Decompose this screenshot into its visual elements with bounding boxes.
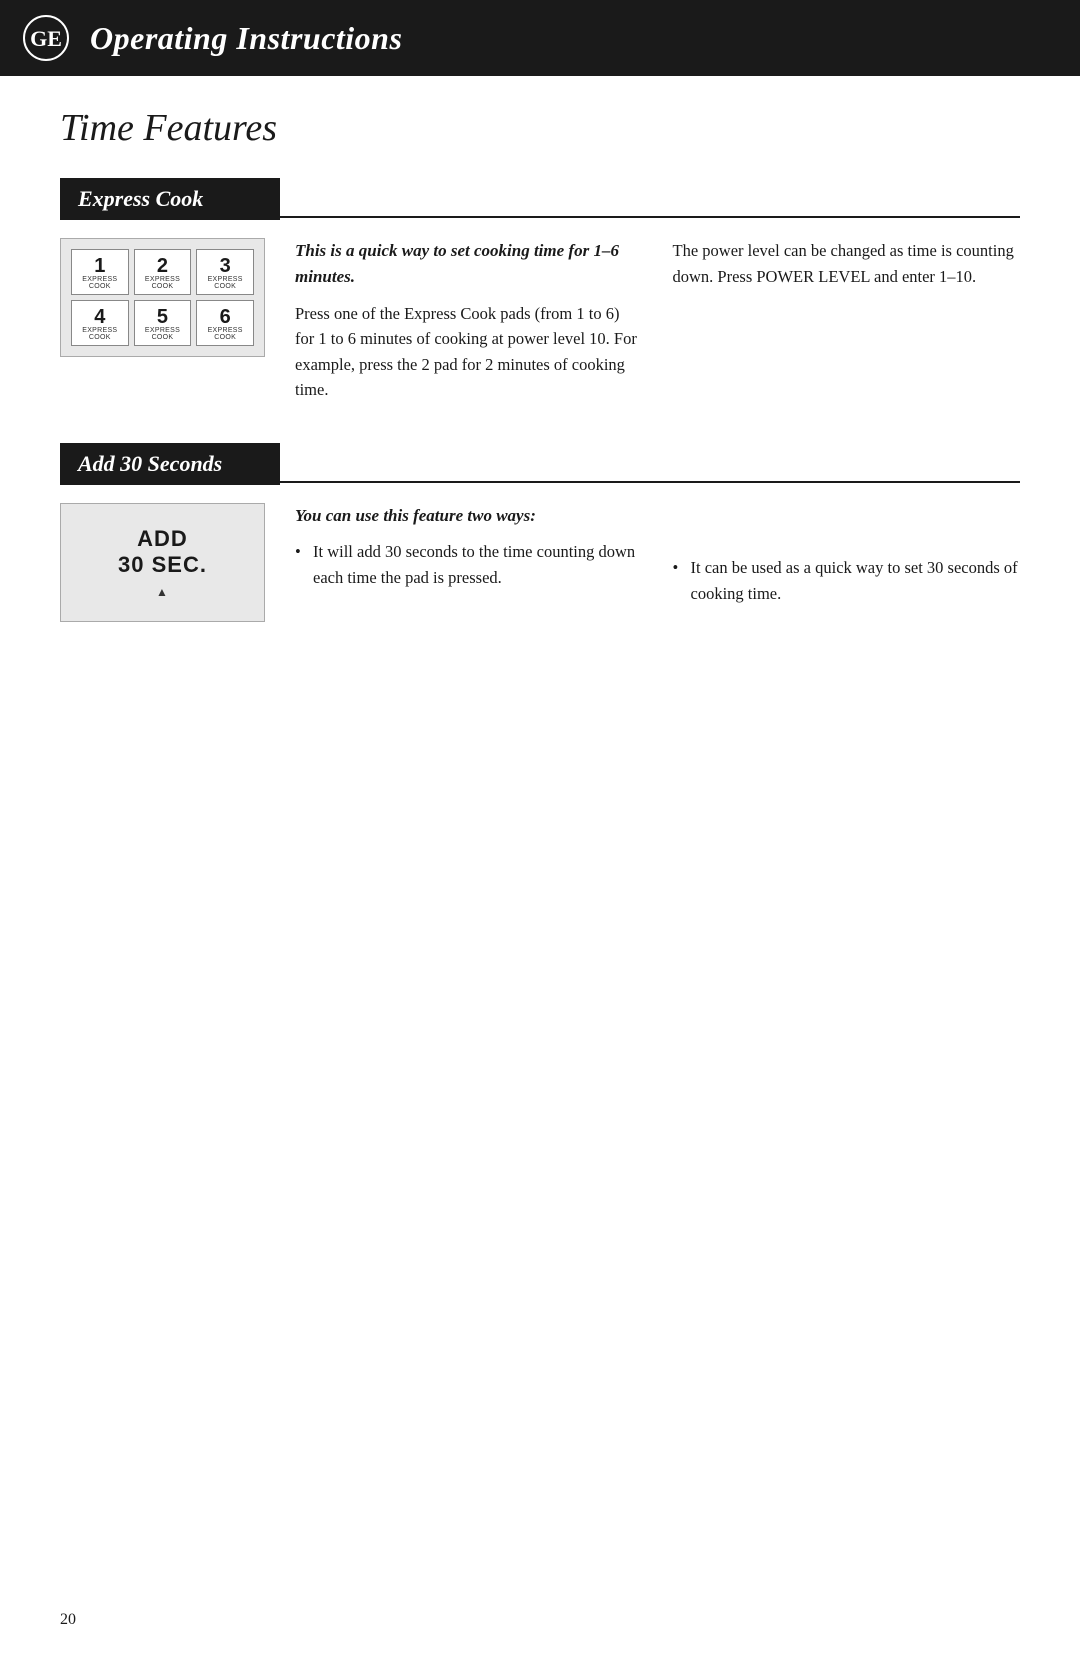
page-number: 20 [60, 1611, 76, 1629]
ge-logo-icon: GE [20, 12, 72, 64]
express-cook-side-text: The power level can be changed as time i… [673, 238, 1021, 289]
svg-text:GE: GE [30, 26, 62, 51]
add30-col1: You can use this feature two ways: It wi… [295, 503, 643, 612]
express-cook-key-3[interactable]: 3 EXPRESS COOK [196, 249, 254, 295]
express-cook-body: Press one of the Express Cook pads (from… [295, 301, 643, 403]
express-cook-text: This is a quick way to set cooking time … [295, 238, 1020, 403]
main-content: Time Features Express Cook 1 EXPRESS COO… [0, 76, 1080, 722]
add30-bullet1: It will add 30 seconds to the time count… [295, 539, 643, 590]
express-cook-key-2[interactable]: 2 EXPRESS COOK [134, 249, 192, 295]
page-section-title: Time Features [60, 106, 1020, 150]
add30-bullet-list: It will add 30 seconds to the time count… [295, 539, 643, 590]
express-cook-label: Express Cook [60, 178, 280, 220]
express-cook-section: Express Cook 1 EXPRESS COOK 2 EXPRESS CO… [60, 178, 1020, 403]
add30-col2: It can be used as a quick way to set 30 … [673, 503, 1021, 612]
express-cook-content: 1 EXPRESS COOK 2 EXPRESS COOK 3 EXPRESS … [60, 238, 1020, 403]
header-title: Operating Instructions [90, 20, 402, 57]
express-cook-col1: This is a quick way to set cooking time … [295, 238, 643, 403]
keypad-grid: 1 EXPRESS COOK 2 EXPRESS COOK 3 EXPRESS … [60, 238, 265, 357]
add30-section: Add 30 Seconds ADD 30 SEC. You can use t… [60, 443, 1020, 622]
add30-bullet-list-2: It can be used as a quick way to set 30 … [673, 555, 1021, 606]
add30-line2: 30 SEC. [118, 552, 207, 577]
header-bar: GE Operating Instructions [0, 0, 1080, 76]
add30-content: ADD 30 SEC. You can use this feature two… [60, 503, 1020, 622]
express-cook-key-1[interactable]: 1 EXPRESS COOK [71, 249, 129, 295]
add30-text: You can use this feature two ways: It wi… [295, 503, 1020, 612]
add30-line1: ADD [137, 526, 188, 551]
add30-label: Add 30 Seconds [60, 443, 280, 485]
add30-bullet2: It can be used as a quick way to set 30 … [673, 555, 1021, 606]
express-cook-col2: The power level can be changed as time i… [673, 238, 1021, 403]
add30-pad[interactable]: ADD 30 SEC. [60, 503, 265, 622]
add30-button-image: ADD 30 SEC. [60, 503, 265, 622]
express-cook-key-5[interactable]: 5 EXPRESS COOK [134, 300, 192, 346]
express-cook-key-6[interactable]: 6 EXPRESS COOK [196, 300, 254, 346]
express-cook-keypad: 1 EXPRESS COOK 2 EXPRESS COOK 3 EXPRESS … [60, 238, 265, 357]
express-cook-key-4[interactable]: 4 EXPRESS COOK [71, 300, 129, 346]
add30-intro: You can use this feature two ways: [295, 503, 643, 529]
express-cook-intro: This is a quick way to set cooking time … [295, 238, 643, 291]
